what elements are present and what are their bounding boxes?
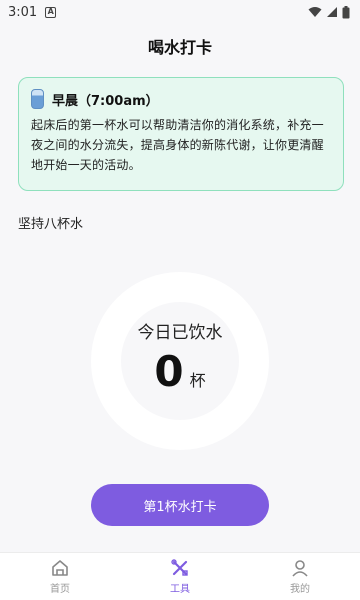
status-time: 3:01: [8, 4, 38, 20]
nav-item-profile[interactable]: 我的: [260, 558, 340, 595]
notification-a-icon: A: [45, 6, 57, 18]
home-icon: [52, 560, 68, 576]
nav-label-tools: 工具: [170, 584, 190, 595]
page-title: 喝水打卡: [147, 38, 212, 57]
wifi-icon: [308, 7, 322, 17]
tip-body: 起床后的第一杯水可以帮助清洁你的消化系统，补充一夜之间的水分流失，提高身体的新陈…: [31, 118, 324, 172]
water-progress-ring: 今日已饮水 0 杯: [91, 272, 269, 450]
battery-icon: [342, 5, 350, 18]
nav-item-tools[interactable]: 工具: [140, 558, 220, 595]
tools-icon: [171, 559, 188, 576]
cups-count: 0: [154, 346, 184, 396]
ring-label: 今日已饮水: [137, 322, 223, 343]
tip-card: 早晨（7:00am） 起床后的第一杯水可以帮助清洁你的消化系统，补充一夜之间的水…: [18, 77, 344, 191]
nav-label-profile: 我的: [290, 584, 310, 595]
profile-icon: [292, 560, 308, 577]
nav-label-home: 首页: [50, 584, 70, 595]
nav-item-home[interactable]: 首页: [20, 558, 100, 595]
status-bar: 3:01 A: [0, 0, 360, 24]
water-cup-icon: [31, 89, 44, 109]
cups-unit: 杯: [189, 370, 206, 390]
checkin-button[interactable]: 第1杯水打卡: [91, 484, 269, 526]
cell-signal-icon: [327, 7, 337, 17]
tip-title: 早晨（7:00am）: [52, 93, 159, 109]
bottom-nav: 首页 工具 我的: [0, 552, 360, 600]
section-label: 坚持八杯水: [18, 217, 84, 232]
